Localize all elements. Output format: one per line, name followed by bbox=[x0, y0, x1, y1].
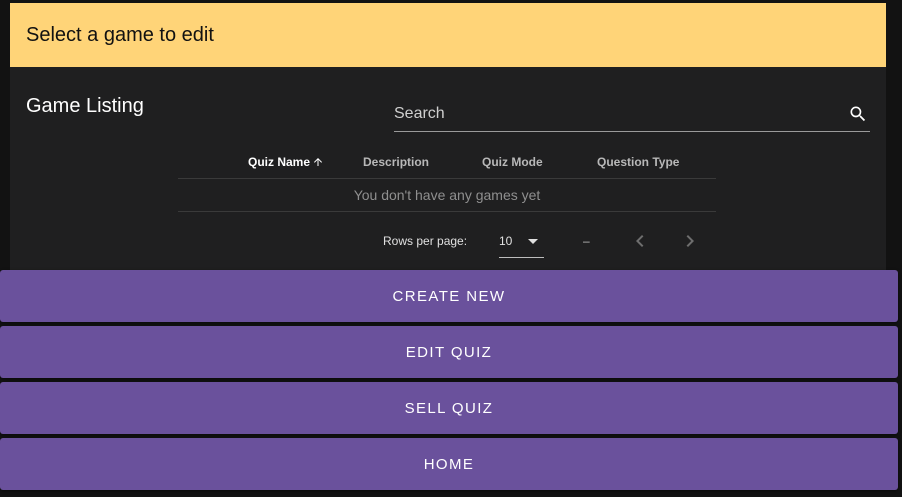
home-button[interactable]: HOME bbox=[0, 438, 898, 490]
game-listing-panel: Game Listing Quiz Name Description Quiz … bbox=[10, 67, 886, 271]
edit-quiz-button[interactable]: EDIT QUIZ bbox=[0, 326, 898, 378]
page-range: – bbox=[583, 234, 590, 248]
rows-per-page-value: 10 bbox=[499, 234, 513, 248]
banner-text: Select a game to edit bbox=[26, 24, 214, 46]
rows-per-page-label: Rows per page: bbox=[383, 234, 468, 248]
empty-message: You don't have any games yet bbox=[178, 179, 716, 212]
search-icon[interactable] bbox=[848, 104, 868, 124]
column-label: Quiz Name bbox=[248, 155, 311, 169]
pagination: Rows per page: 10 – bbox=[10, 217, 886, 258]
games-table: Quiz Name Description Quiz Mode Question… bbox=[178, 145, 716, 212]
search-input[interactable] bbox=[394, 103, 824, 125]
column-header-quiz-name[interactable]: Quiz Name bbox=[248, 155, 324, 169]
chevron-right-icon[interactable] bbox=[678, 229, 702, 253]
chevron-left-icon[interactable] bbox=[628, 229, 652, 253]
column-header-description[interactable]: Description bbox=[363, 155, 429, 169]
instruction-banner: Select a game to edit bbox=[10, 3, 886, 67]
rows-per-page-select[interactable]: 10 bbox=[499, 227, 544, 258]
table-header: Quiz Name Description Quiz Mode Question… bbox=[178, 145, 716, 179]
chevron-down-icon bbox=[528, 239, 538, 244]
create-new-button[interactable]: CREATE NEW bbox=[0, 270, 898, 322]
column-header-quiz-mode[interactable]: Quiz Mode bbox=[482, 155, 543, 169]
sell-quiz-button[interactable]: SELL QUIZ bbox=[0, 382, 898, 434]
arrow-up-icon bbox=[312, 156, 324, 168]
column-header-question-type[interactable]: Question Type bbox=[597, 155, 679, 169]
listing-title: Game Listing bbox=[26, 95, 144, 117]
search-field[interactable] bbox=[394, 97, 870, 132]
